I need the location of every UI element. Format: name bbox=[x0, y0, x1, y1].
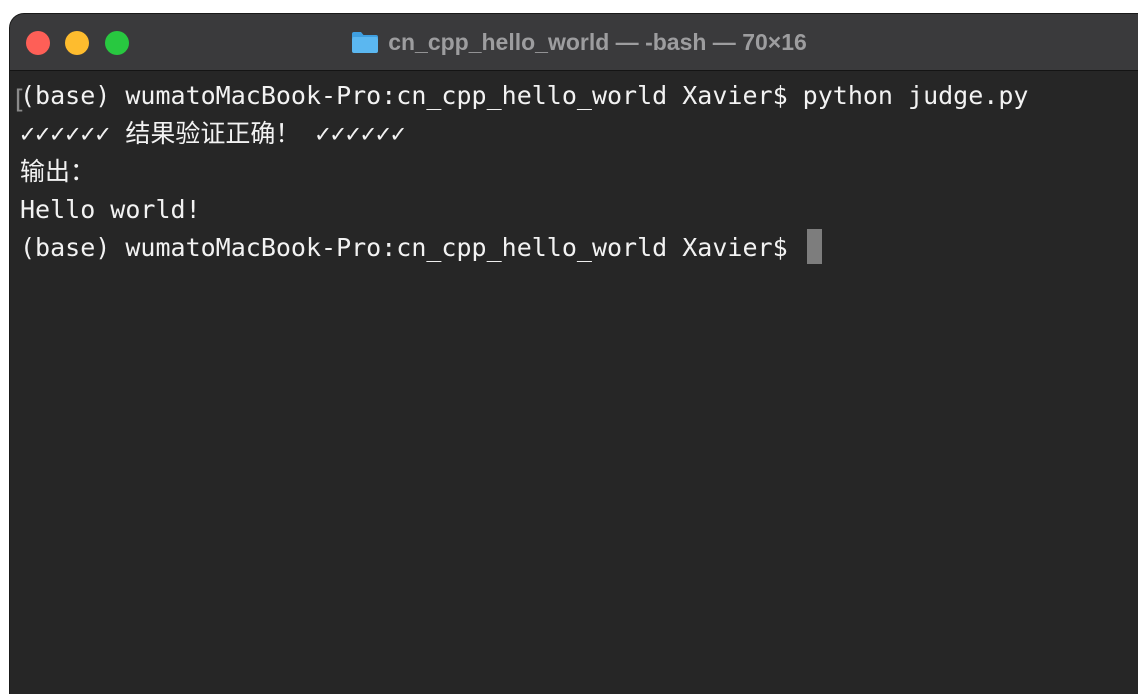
selection-bracket: [ bbox=[11, 85, 27, 115]
terminal-line-command: (base) wumatoMacBook-Pro:cn_cpp_hello_wo… bbox=[20, 81, 1029, 110]
window-title-group: cn_cpp_hello_world — -bash — 70×16 bbox=[10, 14, 1138, 70]
folder-icon bbox=[352, 32, 379, 53]
terminal-content[interactable]: [ (base) wumatoMacBook-Pro:cn_cpp_hello_… bbox=[10, 71, 1138, 694]
window-title: cn_cpp_hello_world — -bash — 70×16 bbox=[388, 28, 807, 55]
terminal-prompt: (base) wumatoMacBook-Pro:cn_cpp_hello_wo… bbox=[20, 233, 803, 262]
terminal-window: cn_cpp_hello_world — -bash — 70×16 [ (ba… bbox=[10, 14, 1138, 694]
text-cursor bbox=[806, 228, 822, 264]
terminal-line-result: ✓✓✓✓✓✓ 结果验证正确！ ✓✓✓✓✓✓ bbox=[20, 119, 406, 148]
terminal-prompt-line[interactable]: (base) wumatoMacBook-Pro:cn_cpp_hello_wo… bbox=[20, 228, 1138, 267]
terminal-line-output-label: 输出： bbox=[20, 157, 96, 186]
title-bar[interactable]: cn_cpp_hello_world — -bash — 70×16 bbox=[10, 14, 1138, 71]
terminal-line-output: Hello world! bbox=[20, 195, 201, 224]
